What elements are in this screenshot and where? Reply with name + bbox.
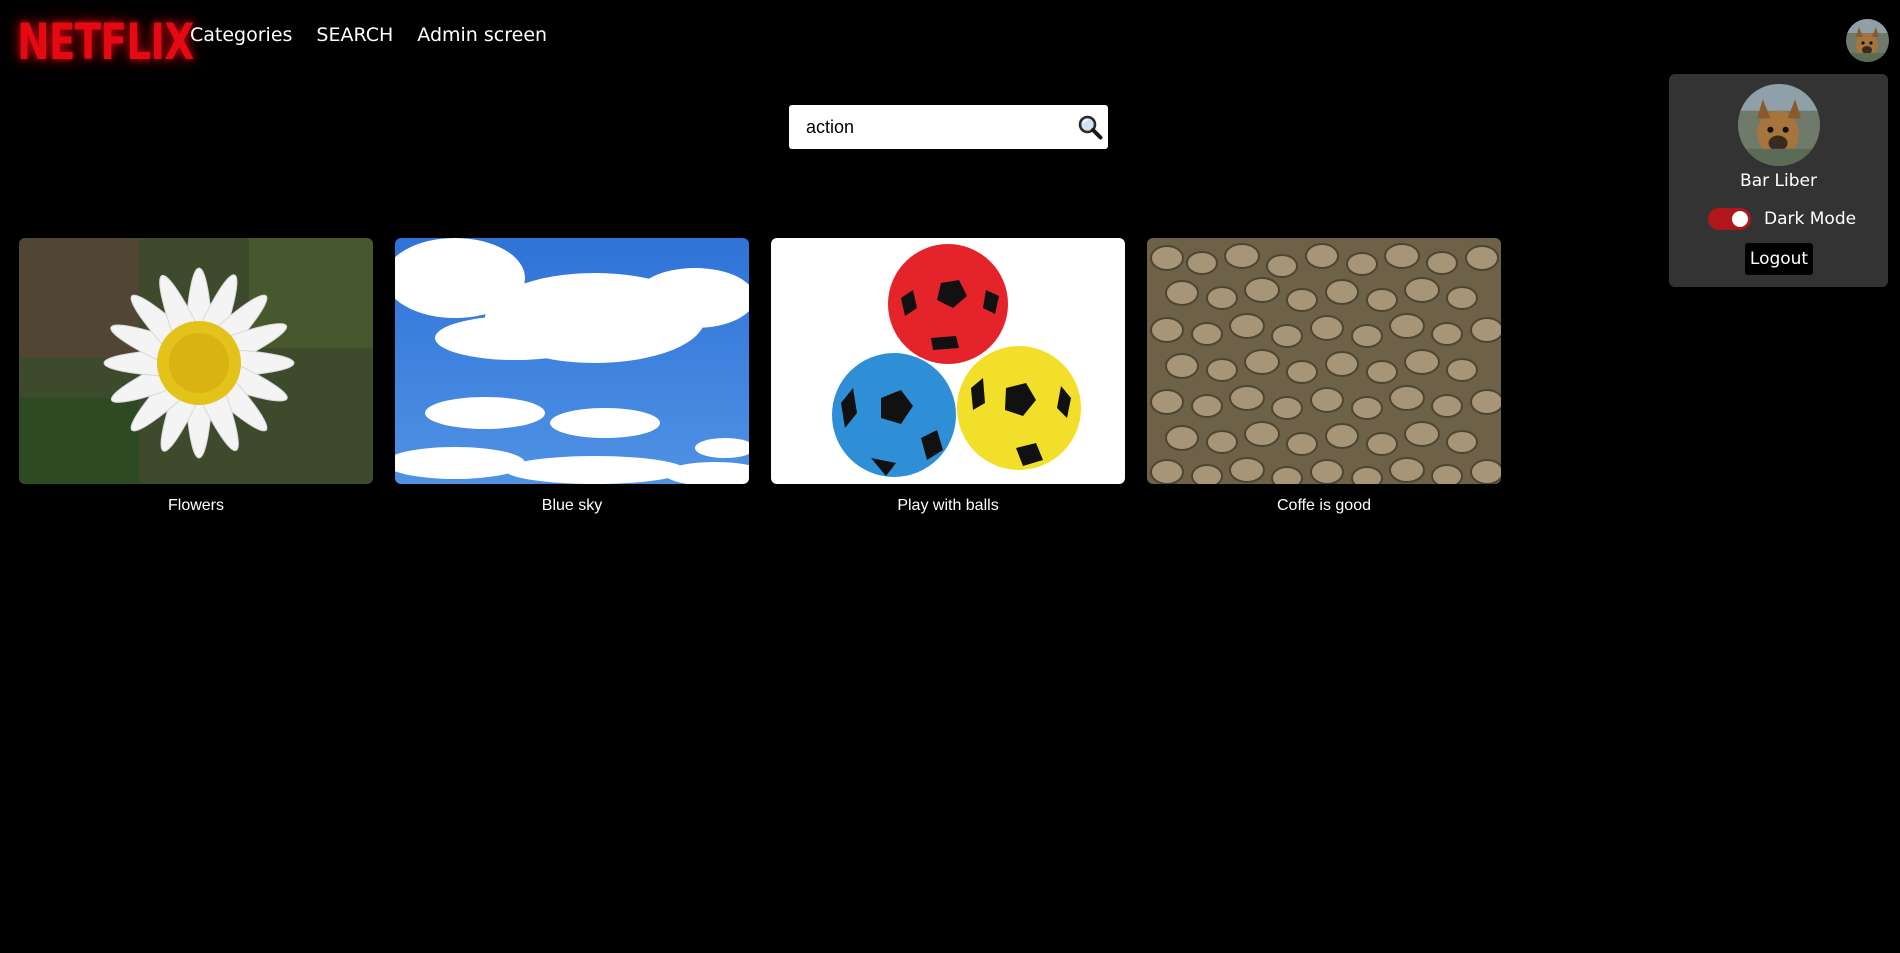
nav-search-link[interactable]: SEARCH	[316, 22, 393, 48]
search-box	[789, 105, 1108, 149]
coffee-beans-image	[1147, 238, 1501, 484]
result-title: Flowers	[167, 497, 224, 514]
dog-avatar-image	[1738, 84, 1820, 166]
result-title: Play with balls	[897, 497, 999, 514]
result-card[interactable]: Play with balls	[771, 238, 1125, 515]
soccer-balls-image	[771, 238, 1125, 484]
result-card[interactable]: Flowers	[19, 238, 373, 515]
dark-mode-toggle[interactable]	[1708, 208, 1751, 230]
nav-categories-link[interactable]: Categories	[190, 22, 292, 48]
result-title: Coffe is good	[1277, 497, 1371, 514]
profile-dropdown: Bar Liber Dark Mode Logout	[1669, 74, 1888, 287]
logout-button[interactable]: Logout	[1745, 243, 1813, 275]
profile-avatar-button[interactable]	[1846, 19, 1889, 62]
result-card[interactable]: Coffe is good	[1147, 238, 1501, 515]
daisy-flower-image	[19, 238, 373, 484]
profile-avatar-large	[1738, 84, 1820, 166]
toggle-knob	[1732, 211, 1748, 227]
blue-sky-image	[395, 238, 749, 484]
result-card[interactable]: Blue sky	[395, 238, 749, 515]
nav-admin-screen-link[interactable]: Admin screen	[417, 22, 547, 48]
dog-avatar-image	[1846, 19, 1889, 62]
netflix-logo[interactable]: NETFLIX	[17, 14, 194, 70]
main-nav: Categories SEARCH Admin screen	[190, 22, 547, 48]
result-title: Blue sky	[541, 497, 603, 514]
dark-mode-label: Dark Mode	[1764, 209, 1857, 229]
user-name: Bar Liber	[1740, 171, 1817, 191]
search-input[interactable]	[789, 105, 1059, 149]
magnifier-icon[interactable]	[1077, 114, 1103, 140]
